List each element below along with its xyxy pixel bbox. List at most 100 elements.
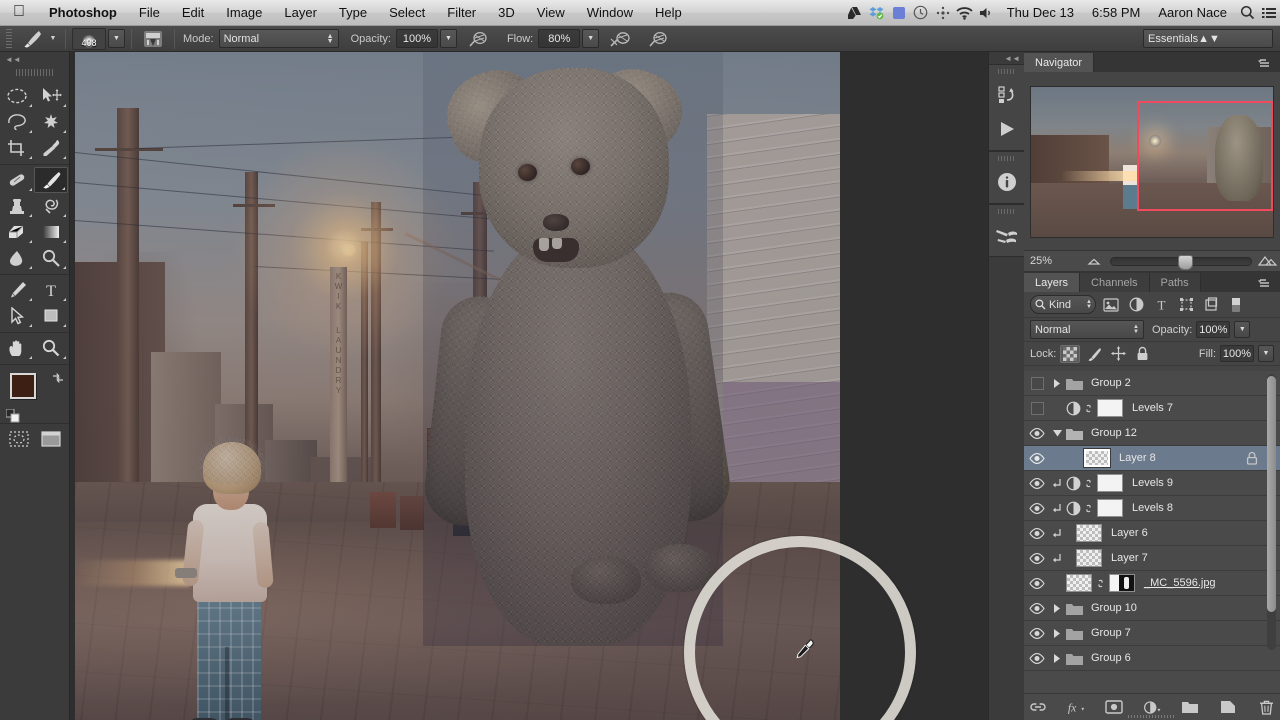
layer-name[interactable]: Levels 9	[1125, 477, 1173, 489]
menu-item-edit[interactable]: Edit	[171, 0, 215, 26]
layer-visibility-toggle[interactable]	[1024, 421, 1050, 446]
menu-item-image[interactable]: Image	[215, 0, 273, 26]
layer-visibility-toggle[interactable]	[1024, 371, 1050, 396]
layer-visibility-toggle[interactable]	[1024, 396, 1050, 421]
pressure-opacity-icon[interactable]	[463, 28, 493, 50]
type-tool[interactable]: T	[34, 277, 68, 303]
filter-toggle-icon[interactable]	[1226, 295, 1246, 315]
layer-style-fx-icon[interactable]: fx	[1067, 698, 1085, 716]
hand-tool[interactable]	[0, 335, 34, 361]
menu-item-3d[interactable]: 3D	[487, 0, 526, 26]
eraser-tool[interactable]	[0, 219, 34, 245]
swap-colors-icon[interactable]	[51, 371, 65, 388]
rectangle-tool[interactable]	[34, 303, 68, 329]
chevron-right-icon[interactable]	[1050, 379, 1064, 388]
new-layer-icon[interactable]	[1219, 698, 1237, 716]
table-row[interactable]: Layer 6	[1024, 521, 1280, 546]
wifi-icon[interactable]	[954, 0, 976, 26]
layer-visibility-toggle[interactable]	[1024, 546, 1050, 571]
collapse-left-icon[interactable]: ◄◄	[0, 52, 69, 66]
quick-mask-icon[interactable]	[8, 430, 30, 453]
pen-tool[interactable]	[0, 277, 34, 303]
tab-navigator[interactable]: Navigator	[1024, 53, 1094, 72]
chevron-right-icon[interactable]	[1050, 629, 1064, 638]
navigator-view-box[interactable]	[1137, 101, 1273, 211]
layer-thumbnail[interactable]	[1084, 449, 1110, 467]
table-row[interactable]: Layer 7	[1024, 546, 1280, 571]
clone-stamp-tool[interactable]	[0, 193, 34, 219]
layer-opacity-value[interactable]: 100%	[1196, 321, 1230, 338]
menu-item-select[interactable]: Select	[378, 0, 436, 26]
layer-thumbnail[interactable]	[1066, 574, 1092, 592]
bluetooth-icon[interactable]	[932, 0, 954, 26]
link-mask-icon[interactable]	[1094, 577, 1107, 590]
layer-visibility-toggle[interactable]	[1024, 621, 1050, 646]
zoom-out-icon[interactable]	[1082, 257, 1106, 265]
notification-center-icon[interactable]	[1258, 0, 1280, 26]
brush-tool[interactable]	[34, 167, 68, 193]
workspace-select[interactable]: Essentials ▲▼	[1143, 29, 1273, 48]
navigator-zoom-slider[interactable]	[1110, 257, 1252, 266]
lasso-tool[interactable]	[0, 109, 34, 135]
flow-dropdown[interactable]: ▼	[582, 29, 599, 48]
layer-visibility-toggle[interactable]	[1024, 471, 1050, 496]
dodge-tool[interactable]	[34, 245, 68, 271]
brush-size-preview[interactable]: 408	[72, 28, 106, 50]
blue-square-icon[interactable]	[888, 0, 910, 26]
filter-pixel-icon[interactable]	[1101, 295, 1121, 315]
menu-item-filter[interactable]: Filter	[436, 0, 487, 26]
panel-menu-icon-layers[interactable]	[1258, 276, 1274, 288]
tab-paths[interactable]: Paths	[1150, 273, 1201, 292]
crop-tool[interactable]	[0, 135, 34, 161]
chevron-right-icon[interactable]	[1050, 654, 1064, 663]
layer-visibility-toggle[interactable]	[1024, 446, 1050, 471]
healing-brush-tool[interactable]	[0, 167, 34, 193]
brush-tool-icon[interactable]	[17, 28, 47, 50]
menu-item-window[interactable]: Window	[576, 0, 644, 26]
drive-icon[interactable]	[844, 0, 866, 26]
gradient-tool[interactable]	[34, 219, 68, 245]
table-row-partial[interactable]	[1024, 671, 1280, 693]
collapse-right-icon[interactable]: ◄◄	[989, 52, 1024, 64]
layer-mask-thumbnail[interactable]	[1097, 499, 1123, 517]
menu-app-name[interactable]: Photoshop	[38, 0, 128, 26]
opacity-value[interactable]: 100%	[396, 29, 438, 48]
layer-blend-mode-select[interactable]: Normal ▲▼	[1030, 320, 1144, 339]
layer-opacity-dropdown[interactable]: ▼	[1234, 321, 1250, 338]
layer-name[interactable]: Layer 8	[1112, 452, 1156, 464]
layer-visibility-toggle[interactable]	[1024, 571, 1050, 596]
eyedropper-tool[interactable]	[34, 135, 68, 161]
layer-name[interactable]: _MC_5596.jpg	[1137, 577, 1216, 589]
layer-name[interactable]: Group 6	[1084, 652, 1131, 664]
dock-grip-1[interactable]	[998, 67, 1015, 76]
screen-mode-icon[interactable]	[40, 430, 62, 453]
menu-bar-time[interactable]: 6:58 PM	[1083, 0, 1149, 26]
table-row[interactable]: _MC_5596.jpg	[1024, 571, 1280, 596]
search-icon[interactable]	[1236, 0, 1258, 26]
panel-menu-icon[interactable]	[1258, 56, 1274, 68]
layer-thumbnail[interactable]	[1076, 549, 1102, 567]
filter-type-icon[interactable]: T	[1151, 295, 1171, 315]
layer-filter-kind-select[interactable]: Kind ▲▼	[1030, 295, 1096, 314]
table-row[interactable]: Group 12	[1024, 421, 1280, 446]
layer-mask-thumbnail[interactable]	[1109, 574, 1135, 592]
dock-grip-3[interactable]	[998, 207, 1015, 216]
scrollbar-thumb[interactable]	[1267, 376, 1276, 612]
brush-presets-icon[interactable]	[989, 218, 1025, 252]
toolbox-grip[interactable]	[16, 66, 53, 78]
layer-name[interactable]: Group 12	[1084, 427, 1137, 439]
layer-list-scrollbar[interactable]	[1267, 374, 1276, 650]
chevron-right-icon[interactable]	[1050, 604, 1064, 613]
pressure-size-icon[interactable]	[643, 28, 673, 50]
apple-logo-icon[interactable]: 	[0, 4, 38, 22]
options-bar-grip[interactable]	[4, 29, 13, 49]
filter-smart-object-icon[interactable]	[1201, 295, 1221, 315]
menu-bar-user[interactable]: Aaron Nace	[1149, 0, 1236, 26]
dropbox-icon[interactable]	[866, 0, 888, 26]
filter-adjustment-icon[interactable]	[1126, 295, 1146, 315]
menu-item-layer[interactable]: Layer	[273, 0, 328, 26]
table-row[interactable]: Group 2	[1024, 371, 1280, 396]
table-row[interactable]: Levels 8	[1024, 496, 1280, 521]
blur-tool[interactable]	[0, 245, 34, 271]
dock-grip-2[interactable]	[998, 154, 1015, 163]
